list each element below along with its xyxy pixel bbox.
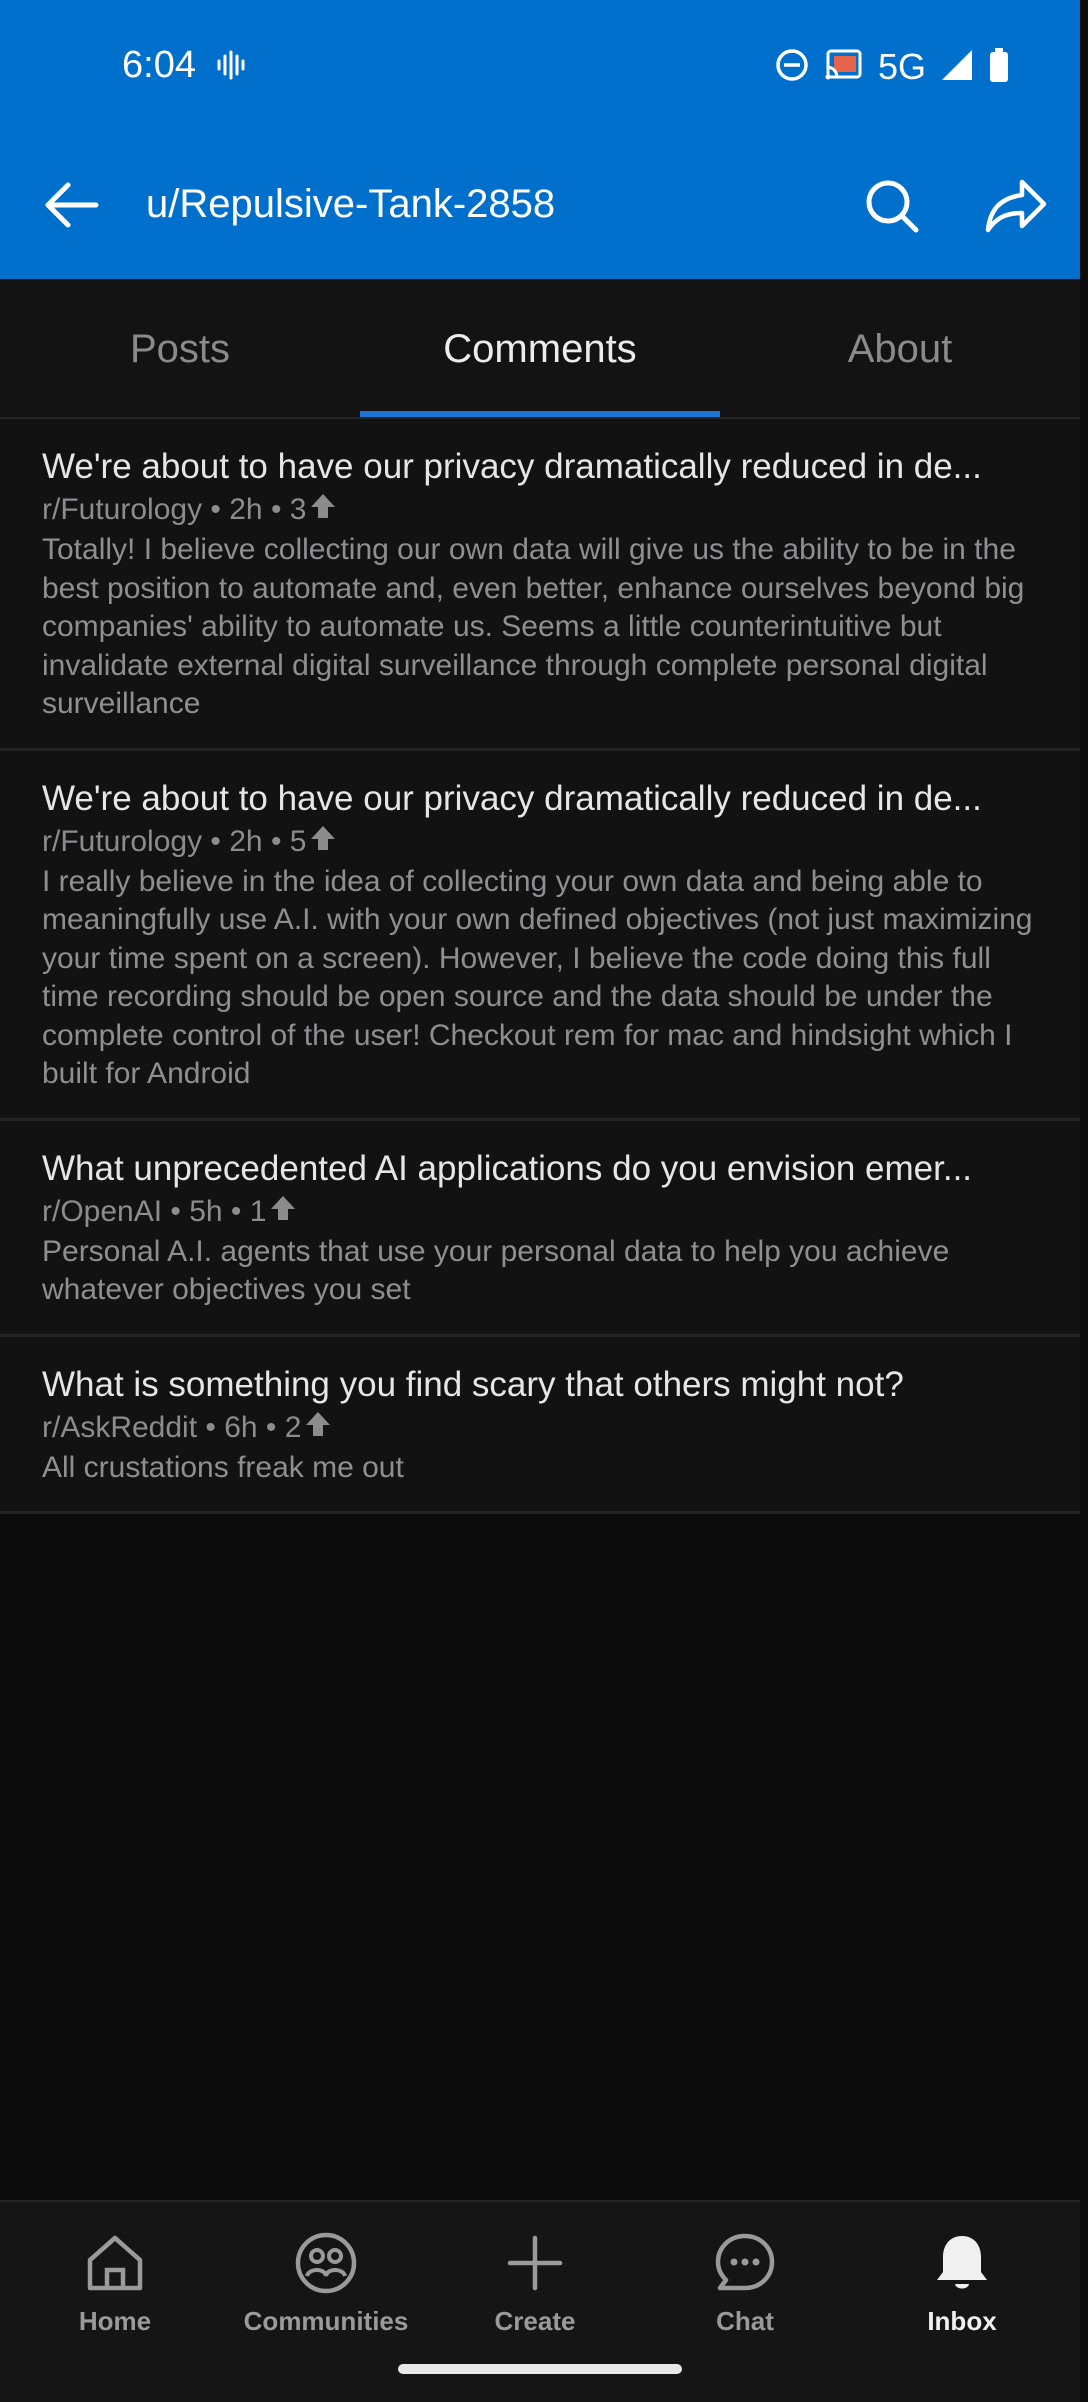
comment-meta-text: r/Futurology • 2h • 5 xyxy=(42,824,307,858)
status-icons: 5G xyxy=(774,46,1010,88)
comment-body: I really believe in the idea of collecti… xyxy=(42,864,1033,1091)
tab-about[interactable]: About xyxy=(720,327,1080,372)
comment-meta: r/AskReddit • 6h • 2 xyxy=(42,1407,1038,1449)
post-title: We're about to have our privacy dramatic… xyxy=(42,447,982,486)
vibrate-icon xyxy=(216,50,246,85)
upvote-icon xyxy=(270,1191,296,1233)
chat-icon xyxy=(715,2233,775,2291)
signal-icon xyxy=(940,48,974,87)
nav-label: Home xyxy=(78,2306,152,2336)
comment-meta: r/Futurology • 2h • 3 xyxy=(42,489,1038,531)
post-title: What is something you find scary that ot… xyxy=(42,1364,904,1404)
back-arrow-icon xyxy=(45,182,99,228)
profile-tabs: Posts Comments About xyxy=(0,279,1080,419)
comment-meta: r/OpenAI • 5h • 1 xyxy=(42,1191,1038,1233)
comment-item[interactable]: We're about to have our privacy dramatic… xyxy=(0,419,1080,751)
do-not-disturb-icon xyxy=(774,47,810,88)
status-bar: 6:04 5G xyxy=(0,0,1080,135)
comment-meta: r/Futurology • 2h • 5 xyxy=(42,821,1038,863)
upvote-icon xyxy=(310,821,336,863)
page-title: u/Repulsive-Tank-2858 xyxy=(146,182,556,226)
comment-item[interactable]: What is something you find scary that ot… xyxy=(0,1336,1080,1514)
upvote-icon xyxy=(310,489,336,531)
nav-label: Create xyxy=(494,2306,576,2336)
search-icon xyxy=(866,180,919,233)
post-title: We're about to have our privacy dramatic… xyxy=(42,778,982,818)
comment-meta-text: r/Futurology • 2h • 3 xyxy=(42,493,307,526)
post-title: What unprecedented AI applications do yo… xyxy=(42,1148,973,1188)
cast-icon xyxy=(824,47,864,88)
comment-meta-text: r/AskReddit • 6h • 2 xyxy=(42,1410,302,1444)
search-button[interactable] xyxy=(860,174,924,238)
bell-icon xyxy=(937,2236,987,2289)
home-icon xyxy=(87,2235,143,2291)
comment-body: Personal A.I. agents that use your perso… xyxy=(42,1234,950,1307)
tab-comments[interactable]: Comments xyxy=(360,327,720,372)
status-time: 6:04 xyxy=(122,44,196,86)
toolbar: u/Repulsive-Tank-2858 xyxy=(0,160,1080,250)
comment-body: Totally! I believe collecting our own da… xyxy=(42,533,1025,720)
nav-create[interactable]: Create xyxy=(445,2230,625,2337)
battery-icon xyxy=(988,47,1010,88)
nav-chat[interactable]: Chat xyxy=(655,2230,835,2337)
comments-list: We're about to have our privacy dramatic… xyxy=(0,419,1080,1514)
share-icon xyxy=(985,179,1047,233)
nav-label: Chat xyxy=(716,2306,774,2336)
back-button[interactable] xyxy=(40,178,104,232)
app-header: 6:04 5G u/Repulsive-Tank-2858 xyxy=(0,0,1080,279)
comment-item[interactable]: What unprecedented AI applications do yo… xyxy=(0,1120,1080,1337)
nav-label: Communities xyxy=(243,2306,409,2336)
nav-communities[interactable]: Communities xyxy=(236,2230,416,2337)
plus-icon xyxy=(507,2235,563,2291)
upvote-icon xyxy=(305,1407,331,1449)
gesture-home-indicator[interactable] xyxy=(398,2364,682,2374)
nav-inbox[interactable]: Inbox xyxy=(872,2230,1052,2337)
network-type: 5G xyxy=(877,46,926,87)
communities-icon xyxy=(295,2232,357,2294)
nav-home[interactable]: Home xyxy=(25,2230,205,2337)
comment-item[interactable]: We're about to have our privacy dramatic… xyxy=(0,750,1080,1121)
nav-label: Inbox xyxy=(927,2306,997,2336)
share-button[interactable] xyxy=(982,174,1052,238)
tab-posts[interactable]: Posts xyxy=(0,327,360,372)
active-tab-indicator xyxy=(360,411,720,417)
comment-body: All crustations freak me out xyxy=(42,1450,404,1484)
comment-meta-text: r/OpenAI • 5h • 1 xyxy=(42,1194,267,1228)
